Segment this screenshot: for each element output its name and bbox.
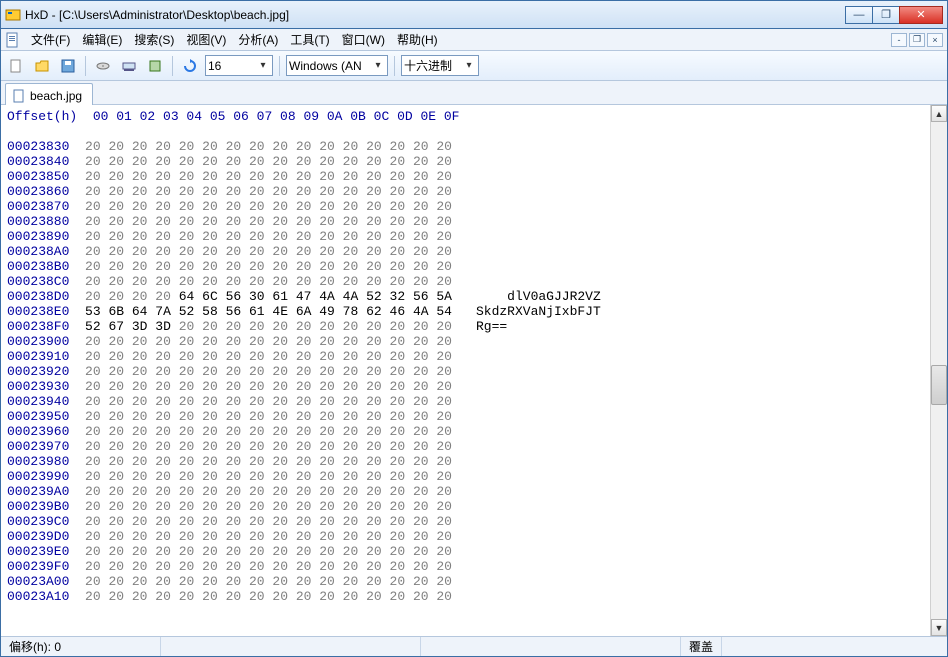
- disk-button[interactable]: [92, 55, 114, 77]
- scroll-up-button[interactable]: ▲: [931, 105, 947, 122]
- menu-view[interactable]: 视图(V): [180, 29, 232, 50]
- chevron-down-icon[interactable]: ▾: [462, 60, 476, 71]
- status-overwrite: 覆盖: [681, 637, 722, 656]
- menu-help[interactable]: 帮助(H): [391, 29, 444, 50]
- minimize-button[interactable]: —: [845, 6, 873, 24]
- charset-combo[interactable]: ▾: [286, 55, 388, 76]
- hex-view[interactable]: Offset(h) 00 01 02 03 04 05 06 07 08 09 …: [1, 105, 930, 636]
- window-controls: — ❐ ✕: [846, 6, 943, 24]
- reload-button[interactable]: [179, 55, 201, 77]
- mdi-restore-button[interactable]: ❐: [909, 33, 925, 47]
- vertical-scrollbar[interactable]: ▲ ▼: [930, 105, 947, 636]
- radix-combo[interactable]: ▾: [401, 55, 479, 76]
- menu-search[interactable]: 搜索(S): [128, 29, 180, 50]
- menu-analysis[interactable]: 分析(A): [232, 29, 284, 50]
- main-window: HxD - [C:\Users\Administrator\Desktop\be…: [0, 0, 948, 657]
- window-title: HxD - [C:\Users\Administrator\Desktop\be…: [25, 8, 846, 22]
- menu-tools[interactable]: 工具(T): [284, 29, 335, 50]
- menu-file[interactable]: 文件(F): [25, 29, 76, 50]
- process-button[interactable]: [144, 55, 166, 77]
- status-offset: 偏移(h): 0: [1, 637, 161, 656]
- charset-input[interactable]: [289, 59, 371, 73]
- scroll-down-button[interactable]: ▼: [931, 619, 947, 636]
- doc-icon: [5, 32, 21, 48]
- file-icon: [12, 89, 26, 103]
- ram-button[interactable]: [118, 55, 140, 77]
- tabstrip: beach.jpg: [1, 81, 947, 105]
- chevron-down-icon[interactable]: ▾: [371, 60, 385, 71]
- titlebar[interactable]: HxD - [C:\Users\Administrator\Desktop\be…: [1, 1, 947, 29]
- menu-window[interactable]: 窗口(W): [336, 29, 391, 50]
- scroll-thumb[interactable]: [931, 365, 947, 405]
- status-empty2: [421, 637, 681, 656]
- content-area: Offset(h) 00 01 02 03 04 05 06 07 08 09 …: [1, 105, 947, 636]
- open-button[interactable]: [31, 55, 53, 77]
- app-icon: [5, 7, 21, 23]
- mdi-close-button[interactable]: ×: [927, 33, 943, 47]
- menu-edit[interactable]: 编辑(E): [76, 29, 128, 50]
- bytes-per-row-combo[interactable]: ▾: [205, 55, 273, 76]
- maximize-button[interactable]: ❐: [872, 6, 900, 24]
- bytes-per-row-input[interactable]: [208, 59, 256, 73]
- close-button[interactable]: ✕: [899, 6, 943, 24]
- tab-file[interactable]: beach.jpg: [5, 83, 93, 105]
- tab-label: beach.jpg: [30, 89, 82, 103]
- menubar: 文件(F) 编辑(E) 搜索(S) 视图(V) 分析(A) 工具(T) 窗口(W…: [1, 29, 947, 51]
- mdi-minimize-button[interactable]: -: [891, 33, 907, 47]
- statusbar: 偏移(h): 0 覆盖: [1, 636, 947, 656]
- status-empty1: [161, 637, 421, 656]
- mdi-controls: - ❐ ×: [889, 33, 943, 47]
- radix-input[interactable]: [404, 59, 462, 73]
- new-button[interactable]: [5, 55, 27, 77]
- toolbar: ▾ ▾ ▾: [1, 51, 947, 81]
- save-button[interactable]: [57, 55, 79, 77]
- separator: [172, 56, 173, 76]
- separator: [279, 56, 280, 76]
- chevron-down-icon[interactable]: ▾: [256, 60, 270, 71]
- separator: [394, 56, 395, 76]
- separator: [85, 56, 86, 76]
